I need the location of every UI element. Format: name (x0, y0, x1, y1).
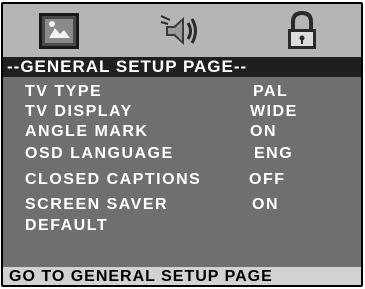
setting-label: TV DISPLAY (25, 103, 133, 120)
dvd-setup-menu: --GENERAL SETUP PAGE-- TV TYPE PAL TV DI… (1, 2, 363, 287)
setup-tab-bar (3, 4, 361, 57)
setting-value: ON (252, 196, 279, 213)
setting-label: DEFAULT (25, 217, 109, 234)
audio-setup-icon[interactable] (158, 10, 204, 52)
setting-angle-mark[interactable]: ANGLE MARK ON (25, 121, 345, 143)
setting-label: CLOSED CAPTIONS (25, 171, 202, 188)
setting-osd-language[interactable]: OSD LANGUAGE ENG (25, 143, 345, 165)
setting-tv-display[interactable]: TV DISPLAY WIDE (25, 101, 345, 123)
setting-value: PAL (253, 83, 289, 100)
setting-label: TV TYPE (25, 83, 103, 100)
status-bar: GO TO GENERAL SETUP PAGE (3, 267, 361, 285)
setting-label: SCREEN SAVER (25, 196, 169, 213)
setting-value: WIDE (250, 103, 298, 120)
setting-label: OSD LANGUAGE (25, 145, 174, 162)
setting-screen-saver[interactable]: SCREEN SAVER ON (25, 194, 345, 216)
setting-value: ENG (254, 145, 294, 162)
page-title: --GENERAL SETUP PAGE-- (3, 57, 361, 77)
setting-closed-captions[interactable]: CLOSED CAPTIONS OFF (25, 169, 345, 191)
setting-tv-type[interactable]: TV TYPE PAL (25, 81, 345, 103)
general-setup-icon[interactable] (37, 10, 83, 52)
setting-value: ON (250, 123, 277, 140)
setting-value: OFF (249, 171, 286, 188)
setting-label: ANGLE MARK (25, 123, 149, 140)
setting-default[interactable]: DEFAULT (25, 215, 345, 237)
password-lock-icon[interactable] (279, 10, 325, 52)
settings-panel: TV TYPE PAL TV DISPLAY WIDE ANGLE MARK O… (3, 77, 361, 267)
